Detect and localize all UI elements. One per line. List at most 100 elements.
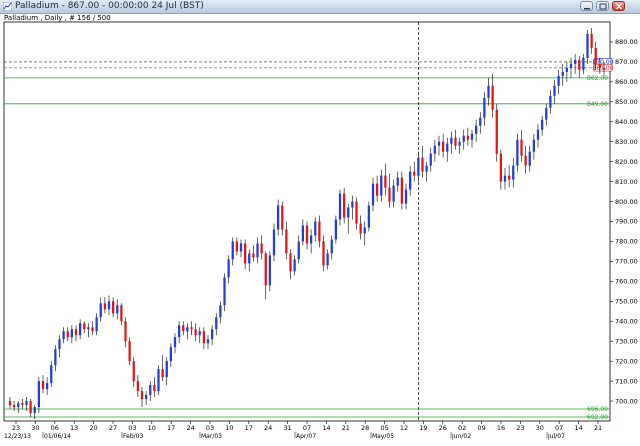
candlestick-chart[interactable]: 700.00 710.00 720.00 730.00 740.00 750.00 760.… <box>0 0 640 446</box>
candle-body <box>334 219 338 240</box>
candle-body <box>512 165 515 180</box>
candle-body <box>528 151 531 166</box>
x-tick-label: 21 <box>342 424 350 432</box>
x-tick-label: 20 <box>89 424 97 432</box>
candle-body <box>206 339 210 344</box>
candle-body <box>392 185 395 202</box>
candle-body <box>161 369 164 378</box>
candle-body <box>107 301 111 310</box>
candle-body <box>396 177 399 186</box>
candle-body <box>371 183 375 206</box>
candle-body <box>285 229 288 254</box>
candle-body <box>252 253 255 258</box>
candle-body <box>487 85 490 98</box>
candle-body <box>173 337 177 348</box>
y-tick-label: 720.00 <box>615 357 638 365</box>
x-tick-label: 27 <box>109 424 117 432</box>
candle-body <box>355 201 358 224</box>
y-tick-label: 700.00 <box>615 397 638 405</box>
x-tick-label: 21 <box>594 424 602 432</box>
candle-body <box>272 229 276 256</box>
candle-body <box>441 141 445 152</box>
candle-body <box>256 243 259 258</box>
x-tick-label: 31 <box>283 424 291 432</box>
candle-body <box>99 303 102 318</box>
candle-body <box>491 85 494 110</box>
candle-body <box>182 325 185 332</box>
candle-body <box>520 139 523 156</box>
candle-body <box>462 135 465 142</box>
horizontal-level-label: 849.00 <box>587 101 608 108</box>
candle-body <box>536 129 540 140</box>
candle-body <box>404 189 408 204</box>
candle-body <box>400 177 404 204</box>
candle-body <box>598 63 602 68</box>
candle-body <box>545 107 548 120</box>
candle-body <box>351 201 354 208</box>
candle-body <box>318 221 321 242</box>
candle-body <box>202 331 206 344</box>
candle-body <box>54 349 57 366</box>
candle-body <box>83 323 86 330</box>
candle-body <box>140 391 144 400</box>
candle-body <box>45 383 49 390</box>
candle-body <box>37 381 41 408</box>
candle-body <box>87 327 90 330</box>
candle-body <box>297 241 300 260</box>
candle-body <box>210 329 214 340</box>
candle-body <box>219 305 222 318</box>
candle-body <box>573 59 577 64</box>
candle-body <box>470 133 474 140</box>
x-tick-label: 30 <box>536 424 544 432</box>
candle-body <box>602 67 606 70</box>
candle-body <box>305 225 309 244</box>
candle-body <box>540 119 544 130</box>
candle-body <box>586 33 589 58</box>
candle-body <box>309 235 313 244</box>
x-tick-label: 13 <box>70 424 78 432</box>
y-tick-label: 840.00 <box>615 118 638 126</box>
candle-body <box>450 137 453 144</box>
candle-body <box>417 157 420 176</box>
x-tick-label: 05 <box>380 424 388 432</box>
candle-body <box>235 241 239 252</box>
x-tick-label: 17 <box>245 424 253 432</box>
x-date-label: 12/23/13 <box>4 433 31 440</box>
candle-body <box>454 137 457 146</box>
candle-body <box>565 67 569 72</box>
candle-body <box>532 139 536 152</box>
candle-body <box>120 305 123 322</box>
y-tick-label: 830.00 <box>615 138 638 146</box>
x-date-label: 01/06/14 <box>44 433 71 440</box>
y-tick-label: 800.00 <box>615 198 638 206</box>
horizontal-level-label: 696.00 <box>587 406 608 413</box>
candle-body <box>342 193 346 218</box>
candle-body <box>91 327 94 332</box>
candle-body <box>124 321 127 342</box>
candle-body <box>314 221 317 236</box>
candle-body <box>446 143 449 152</box>
candle-body <box>50 365 53 384</box>
x-tick-label: 03 <box>206 424 214 432</box>
x-tick-label: 14 <box>574 424 582 432</box>
candle-body <box>8 401 12 406</box>
candle-body <box>429 153 432 166</box>
candle-body <box>499 153 503 182</box>
candle-body <box>433 145 437 154</box>
candle-body <box>25 401 28 406</box>
x-date-label: Feb/03 <box>123 433 143 440</box>
candle-body <box>169 347 173 362</box>
candle-body <box>347 207 350 218</box>
candle-body <box>74 329 78 336</box>
candle-body <box>103 303 107 310</box>
candle-body <box>29 401 32 414</box>
candle-body <box>281 205 284 230</box>
candle-body <box>301 225 305 242</box>
y-tick-label: 790.00 <box>615 218 638 226</box>
candle-body <box>144 395 148 400</box>
candle-body <box>425 165 428 172</box>
candle-body <box>495 109 498 154</box>
candle-body <box>483 97 486 118</box>
y-tick-label: 820.00 <box>615 158 638 166</box>
candle-body <box>78 323 82 336</box>
